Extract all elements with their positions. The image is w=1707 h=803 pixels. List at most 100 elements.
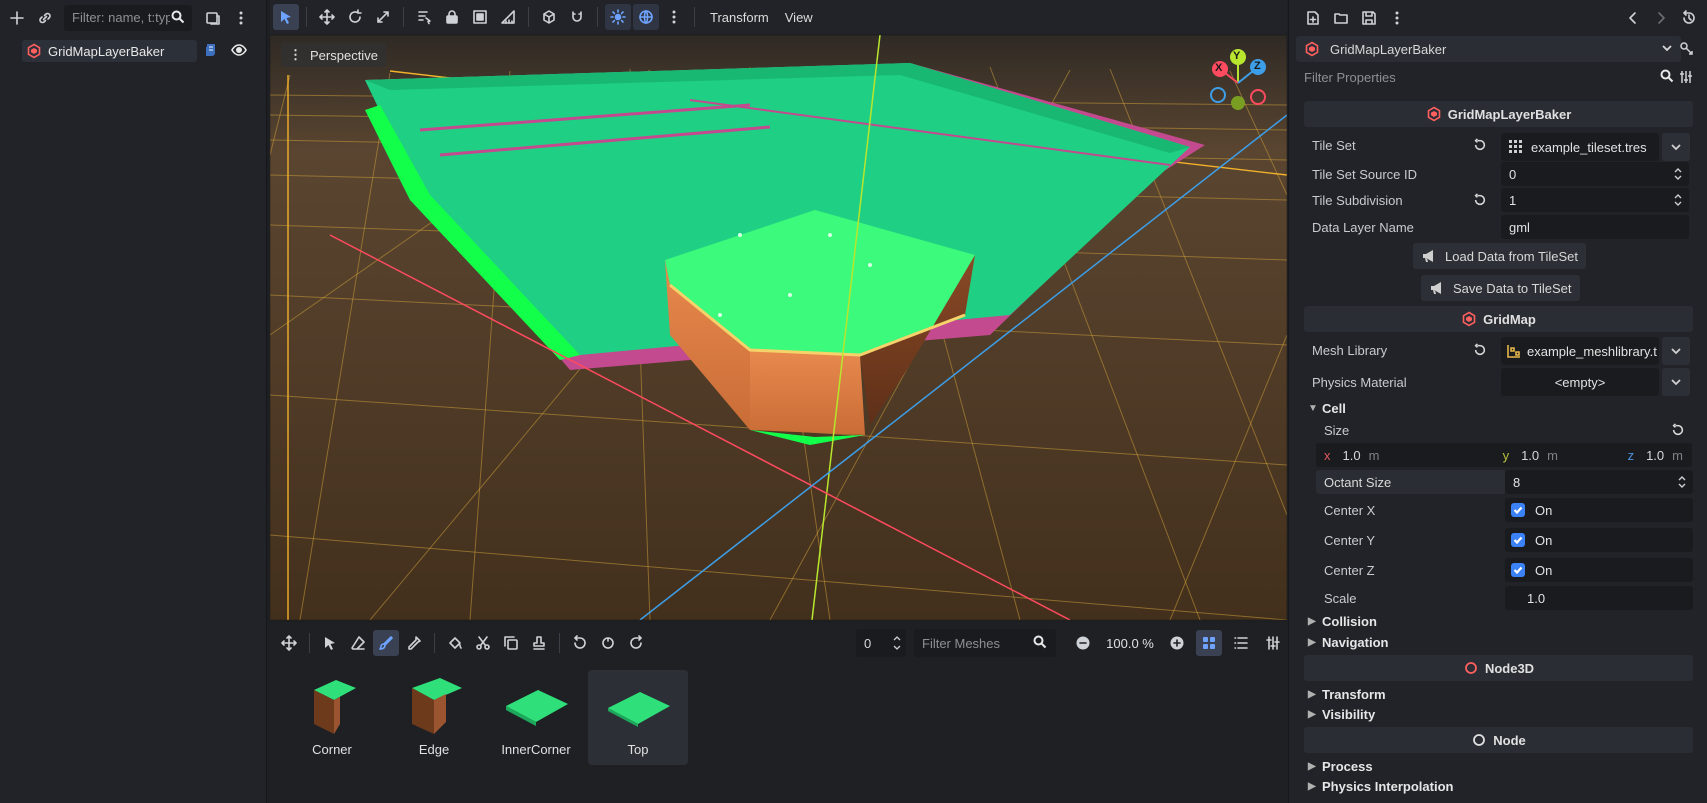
mesh-filter-input[interactable]: Filter Meshes bbox=[914, 629, 1056, 657]
perspective-menu[interactable]: ⋮ Perspective bbox=[281, 43, 386, 67]
snap-magnet-icon[interactable] bbox=[564, 4, 590, 30]
object-selector[interactable]: GridMapLayerBaker bbox=[1296, 36, 1681, 62]
history-forward-icon[interactable] bbox=[1648, 5, 1674, 31]
group-label: Physics Interpolation bbox=[1322, 778, 1454, 794]
physics-material-resource[interactable]: <empty> bbox=[1501, 368, 1659, 396]
select-mode-button[interactable] bbox=[273, 4, 299, 30]
data-layer-name-input[interactable]: gml bbox=[1501, 215, 1689, 239]
prop-label: Scale bbox=[1324, 590, 1357, 606]
size-z-value[interactable]: 1.0 bbox=[1646, 448, 1664, 463]
save-data-button[interactable]: Save Data to TileSet bbox=[1421, 275, 1580, 301]
save-icon[interactable] bbox=[1356, 5, 1382, 31]
mesh-item-edge[interactable]: Edge bbox=[384, 670, 484, 765]
group-navigation[interactable]: ▶ Navigation bbox=[1308, 632, 1388, 652]
lock-icon[interactable] bbox=[439, 4, 465, 30]
environment-globe-icon[interactable] bbox=[633, 4, 659, 30]
revert-icon[interactable] bbox=[1473, 343, 1491, 361]
ruler-icon[interactable] bbox=[495, 4, 521, 30]
center-y-checkbox[interactable]: On bbox=[1505, 528, 1693, 552]
open-folder-icon[interactable] bbox=[1328, 5, 1354, 31]
unit-label: m bbox=[1672, 447, 1683, 463]
thumbnail-view-icon[interactable] bbox=[1196, 630, 1222, 656]
axis-y-label: y bbox=[1502, 447, 1510, 463]
add-node-button[interactable] bbox=[4, 5, 30, 31]
cut-icon[interactable] bbox=[470, 630, 496, 656]
property-filter-input[interactable]: Filter Properties bbox=[1296, 64, 1681, 90]
sun-preview-icon[interactable] bbox=[605, 4, 631, 30]
prop-label: Tile Set Source ID bbox=[1312, 166, 1418, 182]
paint-tool-icon[interactable] bbox=[373, 630, 399, 656]
group-cell[interactable]: ▼ Cell bbox=[1308, 398, 1346, 418]
view-gizmo[interactable]: Y X Z bbox=[1202, 47, 1274, 119]
new-resource-icon[interactable] bbox=[1300, 5, 1326, 31]
select-tool-icon[interactable] bbox=[317, 630, 343, 656]
tile-set-dropdown[interactable] bbox=[1662, 133, 1690, 161]
mesh-library-resource[interactable]: example_meshlibrary.t bbox=[1501, 337, 1659, 365]
size-x-value[interactable]: 1.0 bbox=[1343, 448, 1361, 463]
stamp-icon[interactable] bbox=[526, 630, 552, 656]
load-data-button[interactable]: Load Data from TileSet bbox=[1413, 243, 1586, 269]
move-mode-button[interactable] bbox=[314, 4, 340, 30]
prop-label: Mesh Library bbox=[1312, 342, 1388, 358]
mesh-library-dropdown[interactable] bbox=[1662, 337, 1690, 365]
zoom-out-icon[interactable] bbox=[1070, 630, 1096, 656]
physics-material-dropdown[interactable] bbox=[1662, 368, 1690, 396]
revert-icon[interactable] bbox=[1671, 423, 1689, 441]
mesh-settings-icon[interactable] bbox=[1260, 630, 1286, 656]
instance-scene-button[interactable] bbox=[200, 5, 226, 31]
size-y-value[interactable]: 1.0 bbox=[1521, 448, 1539, 463]
group-process[interactable]: ▶ Process bbox=[1308, 756, 1373, 776]
inspector-menu-button[interactable] bbox=[1384, 5, 1410, 31]
list-select-button[interactable] bbox=[411, 4, 437, 30]
menu-view[interactable]: View bbox=[779, 10, 819, 25]
rotate-right-icon[interactable] bbox=[623, 630, 649, 656]
scene-filter-input[interactable]: Filter: name, t:typ bbox=[64, 4, 192, 31]
duplicate-icon[interactable] bbox=[498, 630, 524, 656]
revert-icon[interactable] bbox=[1473, 193, 1491, 211]
history-back-icon[interactable] bbox=[1620, 5, 1646, 31]
script-icon[interactable] bbox=[203, 42, 221, 60]
visibility-eye-icon[interactable] bbox=[231, 42, 249, 60]
erase-tool-icon[interactable] bbox=[345, 630, 371, 656]
scene-tree-item-root[interactable]: GridMapLayerBaker bbox=[22, 40, 197, 62]
viewport-scene[interactable] bbox=[270, 35, 1287, 620]
fill-tool-icon[interactable] bbox=[442, 630, 468, 656]
revert-icon[interactable] bbox=[1473, 138, 1491, 156]
history-icon[interactable] bbox=[1676, 5, 1702, 31]
octant-size-spinbox[interactable]: 8 bbox=[1505, 470, 1693, 494]
group-physics-interpolation[interactable]: ▶ Physics Interpolation bbox=[1308, 776, 1453, 796]
tile-set-resource[interactable]: example_tileset.tres bbox=[1501, 133, 1659, 161]
local-space-cube-icon[interactable] bbox=[536, 4, 562, 30]
group-collision[interactable]: ▶ Collision bbox=[1308, 611, 1377, 631]
center-z-checkbox[interactable]: On bbox=[1505, 558, 1693, 582]
tile-set-source-id-spinbox[interactable]: 0 bbox=[1501, 162, 1689, 186]
viewport-3d[interactable]: ⋮ Perspective Y X Z bbox=[270, 35, 1287, 620]
mesh-item-top[interactable]: Top bbox=[588, 670, 688, 765]
center-x-checkbox[interactable]: On bbox=[1505, 498, 1693, 522]
chevron-right-icon: ▶ bbox=[1308, 760, 1316, 772]
transform-tool-icon[interactable] bbox=[276, 630, 302, 656]
mesh-item-innercorner[interactable]: InnerCorner bbox=[486, 670, 586, 765]
filter-options-icon[interactable] bbox=[1678, 69, 1696, 87]
rotate-left-icon[interactable] bbox=[567, 630, 593, 656]
zoom-in-icon[interactable] bbox=[1164, 630, 1190, 656]
menu-transform[interactable]: Transform bbox=[702, 10, 777, 25]
scale-mode-button[interactable] bbox=[370, 4, 396, 30]
mesh-item-corner[interactable]: Corner bbox=[282, 670, 382, 765]
rotate-mode-button[interactable] bbox=[342, 4, 368, 30]
scene-menu-button[interactable] bbox=[228, 5, 254, 31]
link-icon-button[interactable] bbox=[32, 5, 58, 31]
size-vector-field[interactable]: x 1.0 m y 1.0 m z 1.0 m bbox=[1316, 443, 1692, 467]
list-view-icon[interactable] bbox=[1228, 630, 1254, 656]
preview-menu-button[interactable] bbox=[661, 4, 687, 30]
node-settings-icon[interactable] bbox=[1678, 40, 1696, 58]
group-transform[interactable]: ▶ Transform bbox=[1308, 684, 1386, 704]
rotate-cycle-icon[interactable] bbox=[595, 630, 621, 656]
floor-spinbox[interactable]: 0 bbox=[856, 629, 906, 657]
tile-subdivision-spinbox[interactable]: 1 bbox=[1501, 188, 1689, 212]
group-visibility[interactable]: ▶ Visibility bbox=[1308, 704, 1375, 724]
pick-tool-icon[interactable] bbox=[401, 630, 427, 656]
scale-input[interactable]: 1.0 bbox=[1505, 586, 1693, 610]
zoom-value[interactable]: 100.0 % bbox=[1102, 636, 1158, 651]
group-icon[interactable] bbox=[467, 4, 493, 30]
